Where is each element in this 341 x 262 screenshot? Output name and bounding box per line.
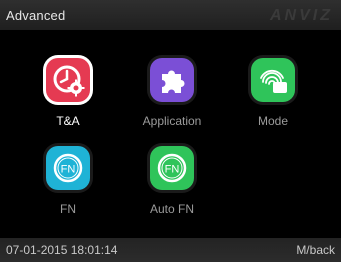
menu-item-ta[interactable]: T&A: [18, 58, 118, 136]
svg-text:FN: FN: [61, 164, 76, 176]
menu-item-application[interactable]: Application: [122, 58, 222, 136]
menu-item-mode[interactable]: Mode: [223, 58, 323, 136]
datetime-display: 07-01-2015 18:01:14: [6, 243, 118, 257]
fingerprint-card-icon: [251, 58, 295, 102]
fn-circle-icon: FN: [46, 146, 90, 190]
menu-item-fn[interactable]: FN FN: [18, 146, 118, 224]
menu-item-label: T&A: [56, 114, 80, 128]
fn-circle-icon: FN: [150, 146, 194, 190]
device-screen: Advanced ANVIZ T&A Application Mode FN F…: [0, 0, 341, 262]
page-title: Advanced: [6, 8, 66, 23]
footer-bar: 07-01-2015 18:01:14 M/back: [0, 238, 341, 262]
menu-item-label: FN: [60, 202, 76, 216]
clock-gear-icon: [46, 58, 90, 102]
menu-item-auto-fn[interactable]: FN Auto FN: [122, 146, 222, 224]
menu-item-label: Mode: [257, 114, 289, 128]
brand-logo: ANVIZ: [270, 7, 333, 24]
menu-item-label: Auto FN: [149, 202, 194, 216]
svg-text:FN: FN: [165, 164, 180, 176]
menu-item-label: Application: [142, 114, 202, 128]
back-hint[interactable]: M/back: [296, 243, 335, 257]
puzzle-icon: [150, 58, 194, 102]
header-bar: Advanced ANVIZ: [0, 0, 341, 30]
